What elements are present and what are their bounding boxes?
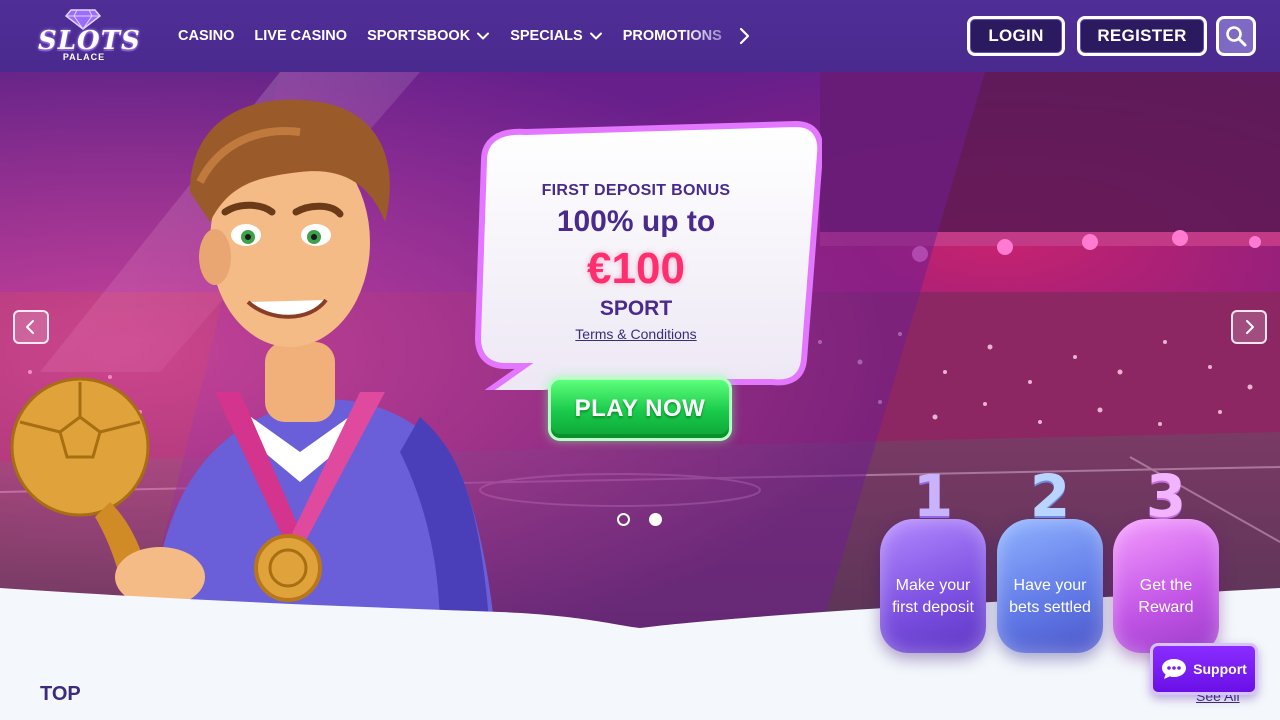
site-header: SLOTS PALACE CASINO LIVE CASINO SPORTSBO… xyxy=(0,0,1280,72)
carousel-prev-button[interactable] xyxy=(13,310,49,344)
top-section-title: TOP xyxy=(40,683,81,705)
chat-icon xyxy=(1162,659,1187,679)
nav-casino-label: CASINO xyxy=(178,28,235,44)
search-button[interactable] xyxy=(1216,16,1256,56)
search-icon xyxy=(1226,26,1247,47)
chevron-down-icon xyxy=(589,32,602,40)
bonus-label: FIRST DEPOSIT BONUS xyxy=(541,182,731,199)
step-text-1: Make your first deposit xyxy=(892,577,974,616)
bonus-percentage: 100% up to xyxy=(556,205,716,238)
chevron-left-icon xyxy=(26,320,34,334)
step-number-3: 3 xyxy=(1145,462,1187,530)
carousel-dot-2[interactable] xyxy=(649,513,662,526)
nav-promotions[interactable]: PROMOTIONS xyxy=(623,28,722,44)
nav-specials[interactable]: SPECIALS xyxy=(510,28,603,44)
step-text-3: Get the Reward xyxy=(1138,577,1194,616)
step-card-1: 1 Make your first deposit xyxy=(880,467,986,653)
carousel-dots xyxy=(617,513,681,526)
support-label: Support xyxy=(1193,661,1247,677)
carousel-next-button[interactable] xyxy=(1231,310,1267,344)
chevron-right-icon[interactable] xyxy=(734,26,754,46)
nav-sportsbook[interactable]: SPORTSBOOK xyxy=(367,28,490,44)
nav-casino[interactable]: CASINO xyxy=(178,28,234,44)
support-chat-button[interactable]: Support xyxy=(1150,643,1258,695)
step-number-1: 1 xyxy=(912,462,954,530)
carousel-dot-1[interactable] xyxy=(617,513,630,526)
bonus-product: SPORT xyxy=(599,297,673,320)
logo-subtitle: PALACE xyxy=(62,52,106,62)
chevron-down-icon xyxy=(477,32,490,40)
main-nav: CASINO LIVE CASINO SPORTSBOOK SPECIALS P… xyxy=(178,0,742,72)
nav-specials-label: SPECIALS xyxy=(510,28,583,44)
nav-sportsbook-label: SPORTSBOOK xyxy=(367,28,471,44)
step-text-2: Have your bets settled xyxy=(1009,577,1091,616)
bonus-amount: €100 xyxy=(587,244,685,293)
play-now-button[interactable]: PLAY NOW xyxy=(548,377,732,441)
step-card-2: 2 Have your bets settled xyxy=(997,467,1103,653)
chevron-right-icon xyxy=(1246,320,1254,334)
slots-palace-logo[interactable]: SLOTS PALACE xyxy=(38,6,140,66)
step-number-2: 2 xyxy=(1029,462,1071,530)
login-button[interactable]: LOGIN xyxy=(967,16,1065,56)
nav-promotions-label: PROMOTIONS xyxy=(622,28,722,44)
nav-live-casino[interactable]: LIVE CASINO xyxy=(254,28,347,44)
register-button[interactable]: REGISTER xyxy=(1077,16,1207,56)
terms-conditions-link[interactable]: Terms & Conditions xyxy=(466,326,806,342)
nav-live-casino-label: LIVE CASINO xyxy=(254,28,348,44)
step-card-3: 3 Get the Reward xyxy=(1113,467,1219,653)
